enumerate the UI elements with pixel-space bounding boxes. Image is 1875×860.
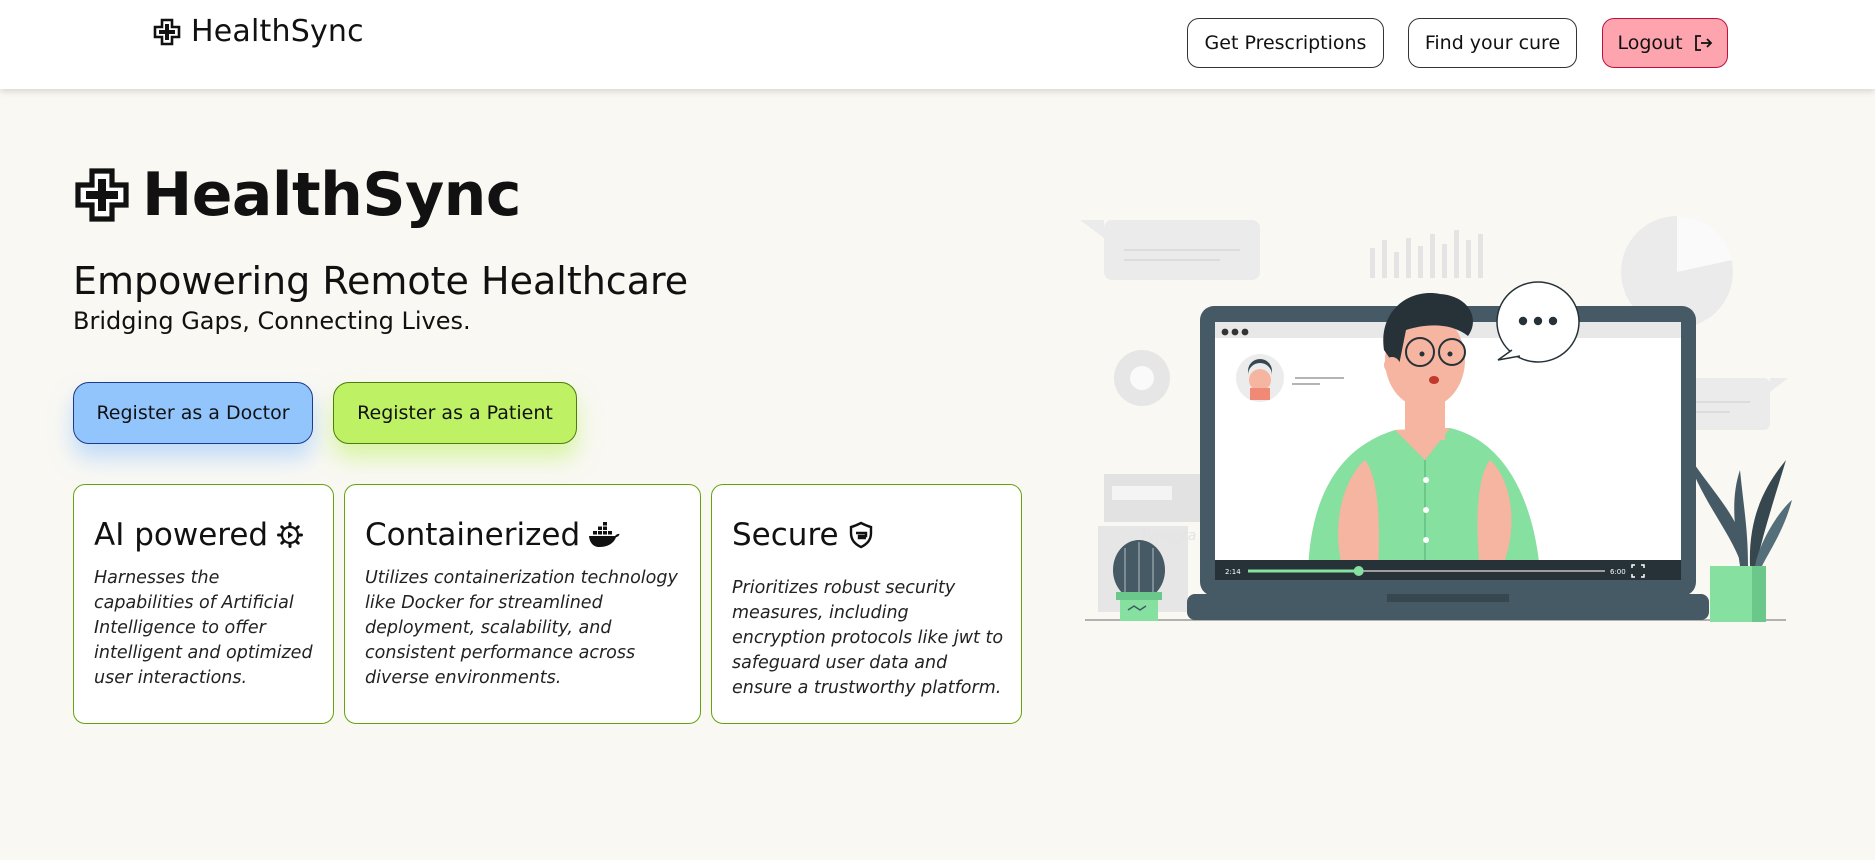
feature-description: Harnesses the capabilities of Artificial…: [94, 568, 313, 688]
get-prescriptions-button[interactable]: Get Prescriptions: [1187, 18, 1384, 68]
find-your-cure-button[interactable]: Find your cure: [1408, 18, 1577, 68]
feature-card-containerized: Containerized Utilizes containerization …: [344, 484, 701, 724]
feature-description: Utilizes containerization technology lik…: [365, 568, 678, 688]
speech-bubble: [1496, 281, 1580, 363]
get-prescriptions-label: Get Prescriptions: [1204, 32, 1367, 54]
feature-title: AI powered: [94, 517, 304, 553]
feature-title-label: Secure: [732, 517, 839, 553]
hero-logo: HealthSync: [74, 160, 521, 230]
logout-label: Logout: [1617, 32, 1683, 54]
register-patient-button[interactable]: Register as a Patient: [333, 382, 577, 444]
feature-card-ai: AI powered Harnesses the capabilities of…: [73, 484, 334, 724]
cactus-plant: [1113, 540, 1165, 621]
find-your-cure-label: Find your cure: [1424, 32, 1561, 54]
video-consultation-illustration: Typogra 2:14 6:00: [1080, 215, 1792, 622]
register-doctor-button[interactable]: Register as a Doctor: [73, 382, 313, 444]
logout-button[interactable]: Logout: [1602, 18, 1728, 68]
feature-title: Secure: [732, 517, 875, 553]
hero-title: HealthSync: [142, 160, 521, 230]
feature-title-label: Containerized: [365, 517, 581, 553]
hero-tagline: Empowering Remote Healthcare: [73, 259, 689, 303]
background-typography-text: Typogra: [1140, 528, 1196, 544]
video-time-current: 2:14: [1225, 568, 1241, 576]
feature-title-label: AI powered: [94, 517, 269, 553]
nav-brand[interactable]: HealthSync: [153, 14, 364, 49]
navbar: HealthSync Get Prescriptions Find your c…: [0, 0, 1875, 89]
hero-subline: Bridging Gaps, Connecting Lives.: [73, 307, 471, 335]
logout-icon: [1694, 35, 1712, 51]
register-patient-label: Register as a Patient: [357, 402, 553, 424]
ai-gear-icon: [277, 522, 304, 548]
feature-description: Prioritizes robust security measures, in…: [732, 578, 1004, 698]
nav-brand-label: HealthSync: [191, 14, 364, 49]
docker-icon: [589, 522, 620, 547]
medical-cross-icon: [153, 18, 181, 45]
feature-title: Containerized: [365, 517, 620, 553]
medical-cross-icon: [75, 168, 129, 222]
secure-shield-icon: [849, 521, 872, 549]
register-doctor-label: Register as a Doctor: [96, 402, 290, 424]
feature-card-secure: Secure Prioritizes robust security measu…: [711, 484, 1022, 724]
video-progress-knob: [1353, 566, 1364, 576]
video-time-total: 6:00: [1610, 568, 1626, 576]
video-controls: 2:14 6:00: [1215, 560, 1681, 580]
